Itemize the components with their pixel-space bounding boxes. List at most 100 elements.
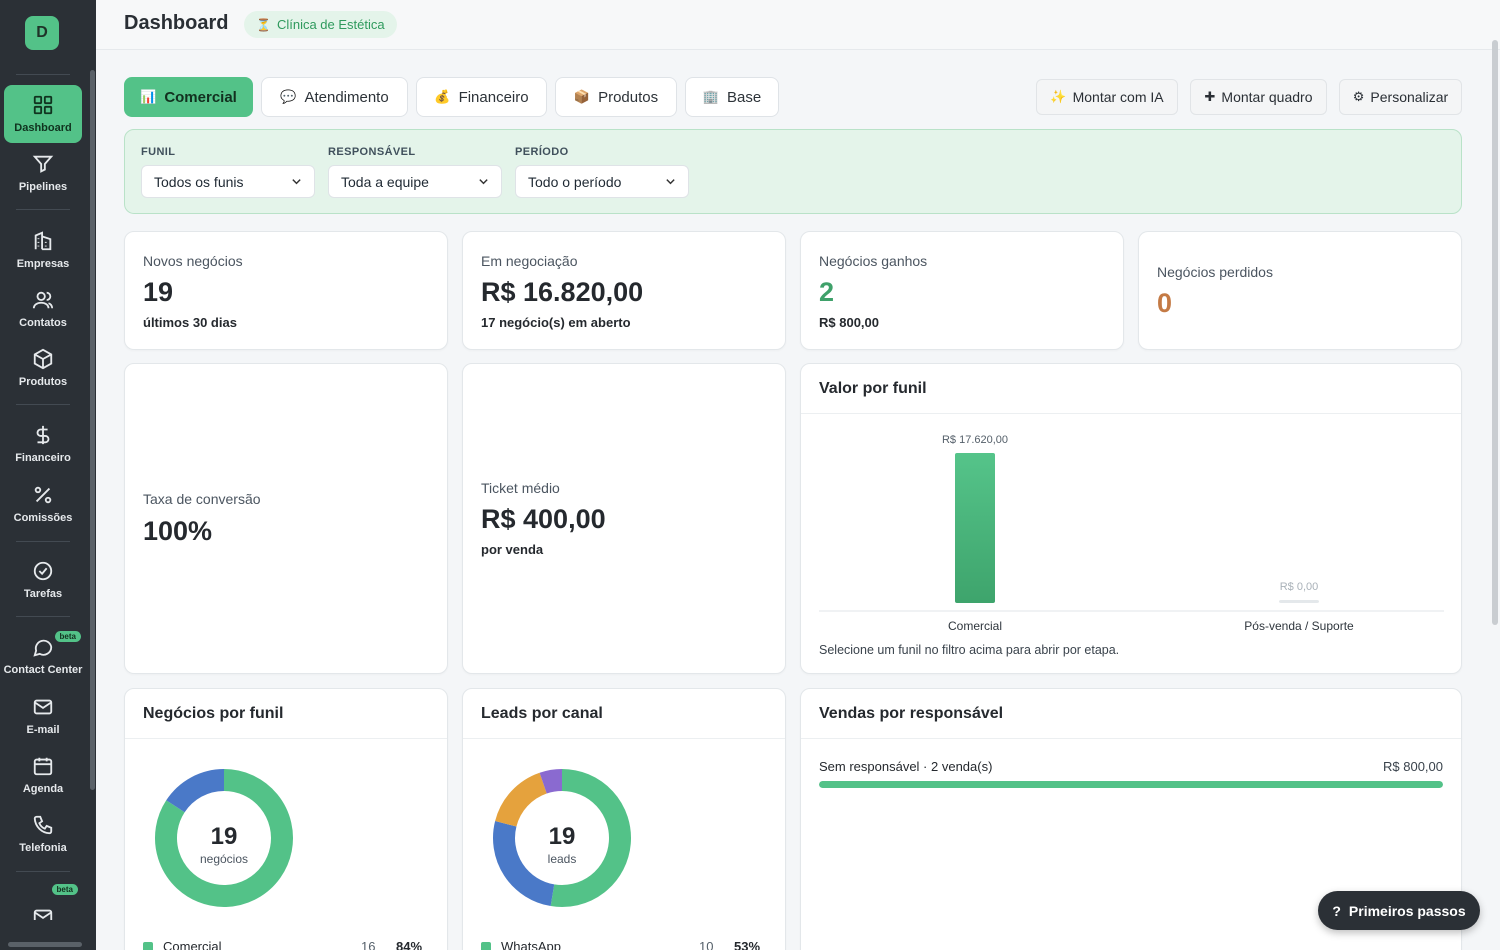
legend-item: WhatsApp 10 53% — [481, 938, 769, 950]
sidebar-item-dashboard[interactable]: Dashboard — [4, 85, 82, 143]
building-icon — [34, 231, 52, 251]
sidebar-item-empresas[interactable]: Empresas — [4, 221, 82, 279]
donut-slice[interactable] — [493, 821, 555, 907]
owner-filter: RESPONSÁVEL Toda a equipe — [328, 146, 502, 198]
card-header: Negócios por funil — [125, 689, 447, 739]
tab-produtos[interactable]: 📦 Produtos — [555, 77, 677, 117]
build-with-ai-button[interactable]: ✨ Montar com IA — [1036, 79, 1178, 115]
deals-donut-chart: 19 negócios — [155, 769, 293, 907]
owner-progress-fill — [819, 781, 1443, 788]
customize-button[interactable]: ⚙ Personalizar — [1339, 79, 1462, 115]
kpi-label: Ticket médio — [481, 480, 560, 496]
button-label: Personalizar — [1370, 89, 1449, 105]
period-filter: PERÍODO Todo o período — [515, 146, 689, 198]
donut-slice[interactable] — [539, 769, 563, 794]
mail-icon — [33, 699, 53, 715]
page-title: Dashboard — [124, 12, 229, 34]
sidebar-item-contact-center[interactable]: beta Contact Center — [1, 627, 85, 685]
hourglass-icon: ⏳ — [256, 17, 271, 32]
kpi-value: R$ 400,00 — [481, 504, 606, 534]
kpi-card-lost[interactable]: Negócios perdidos 0 — [1138, 231, 1462, 350]
sidebar-item-label: E-mail — [26, 724, 60, 736]
organization-name: Clínica de Estética — [276, 17, 385, 32]
tab-label: Comercial — [164, 88, 237, 106]
tab-label: Produtos — [598, 88, 659, 106]
card-title: Negócios por funil — [143, 705, 284, 722]
kpi-card-ticket[interactable]: Ticket médio R$ 400,00 por venda — [462, 363, 786, 674]
donut-center-value: 19 — [211, 823, 238, 850]
bar-value-label: R$ 0,00 — [1280, 581, 1319, 593]
funnel-select[interactable]: Todos os funis — [141, 165, 315, 198]
kpi-subtext: R$ 800,00 — [819, 315, 879, 330]
kpi-subtext: por venda — [481, 542, 544, 557]
sidebar-divider — [16, 209, 70, 210]
sidebar-item-label: Produtos — [18, 376, 68, 388]
donut-center-value: 19 — [549, 823, 576, 850]
tab-financeiro[interactable]: 💰 Financeiro — [416, 77, 547, 117]
kpi-value: R$ 16.820,00 — [481, 277, 644, 307]
card-title: Vendas por responsável — [819, 705, 1004, 722]
tab-base[interactable]: 🏢 Base — [685, 77, 779, 117]
bar[interactable] — [1279, 600, 1319, 603]
sidebar-horizontal-scrollbar[interactable] — [8, 942, 82, 947]
sidebar-item-label: Telefonia — [19, 842, 67, 854]
sidebar-item-produtos[interactable]: Produtos — [4, 339, 82, 397]
legend-swatch — [143, 942, 153, 950]
page-scrollbar[interactable] — [1492, 40, 1498, 625]
select-value: Todo o período — [528, 173, 622, 190]
sidebar-item-agenda[interactable]: Agenda — [4, 746, 82, 804]
donut-slice[interactable] — [495, 772, 548, 827]
deals-by-funnel-card: Negócios por funil 19 negócios Comercial… — [124, 688, 448, 950]
select-value: Toda a equipe — [341, 173, 429, 190]
chevron-down-icon — [479, 179, 488, 185]
sidebar-item-financeiro[interactable]: Financeiro — [4, 415, 82, 473]
kpi-label: Em negociação — [481, 253, 578, 269]
sidebar-item-pipelines[interactable]: Pipelines — [4, 144, 82, 202]
sidebar: D Dashboard Pipelines Empresas Contatos … — [0, 0, 96, 950]
sidebar-item-telefonia[interactable]: Telefonia — [4, 805, 82, 863]
sidebar-item-email[interactable]: E-mail — [4, 687, 82, 745]
sidebar-item-label: Contatos — [19, 317, 67, 329]
filter-label: PERÍODO — [515, 146, 569, 158]
tab-atendimento[interactable]: 💬 Atendimento — [261, 77, 408, 117]
bar[interactable] — [955, 453, 995, 603]
top-bar: Dashboard ⏳ Clínica de Estética — [96, 0, 1500, 50]
check-circle-icon — [33, 561, 53, 581]
owner-select[interactable]: Toda a equipe — [328, 165, 502, 198]
legend-percent: 53% — [734, 939, 761, 950]
sidebar-divider — [16, 541, 70, 542]
sidebar-scrollbar[interactable] — [90, 70, 95, 790]
sidebar-item-label: Pipelines — [18, 181, 68, 193]
sidebar-item-comissoes[interactable]: Comissões — [4, 475, 82, 533]
owner-progress-bar — [819, 781, 1443, 788]
sidebar-item-contatos[interactable]: Contatos — [4, 280, 82, 338]
legend-count: 16 — [361, 939, 376, 950]
workspace-logo[interactable]: D — [25, 16, 59, 50]
build-board-button[interactable]: ✚ Montar quadro — [1190, 79, 1327, 115]
users-icon — [32, 291, 54, 309]
chevron-down-icon — [292, 179, 301, 185]
question-icon: ? — [1332, 902, 1341, 919]
card-title: Leads por canal — [481, 705, 603, 722]
legend-count: 10 — [699, 939, 714, 950]
kpi-card-negotiating[interactable]: Em negociação R$ 16.820,00 17 negócio(s)… — [462, 231, 786, 350]
button-label: Montar quadro — [1221, 89, 1313, 105]
kpi-card-new-deals[interactable]: Novos negócios 19 últimos 30 dias — [124, 231, 448, 350]
filter-panel: FUNIL Todos os funis RESPONSÁVEL Toda a … — [124, 129, 1462, 214]
donut-slice[interactable] — [166, 769, 225, 813]
tab-comercial[interactable]: 📊 Comercial — [124, 77, 253, 117]
organization-badge[interactable]: ⏳ Clínica de Estética — [244, 11, 397, 38]
sidebar-item-tarefas[interactable]: Tarefas — [4, 551, 82, 609]
kpi-card-won[interactable]: Negócios ganhos 2 R$ 800,00 — [800, 231, 1124, 350]
filter-label: RESPONSÁVEL — [328, 146, 416, 158]
sidebar-item-mail-beta[interactable]: beta — [4, 880, 82, 920]
phone-icon — [33, 815, 53, 835]
getting-started-button[interactable]: ? Primeiros passos — [1318, 891, 1480, 930]
kpi-subtext: últimos 30 dias — [143, 315, 237, 330]
gear-icon: ⚙ — [1352, 89, 1365, 104]
kpi-card-conversion[interactable]: Taxa de conversão 100% — [124, 363, 448, 674]
sidebar-divider — [16, 74, 70, 75]
mail-icon — [33, 909, 53, 920]
period-select[interactable]: Todo o período — [515, 165, 689, 198]
beta-badge: beta — [51, 884, 78, 895]
